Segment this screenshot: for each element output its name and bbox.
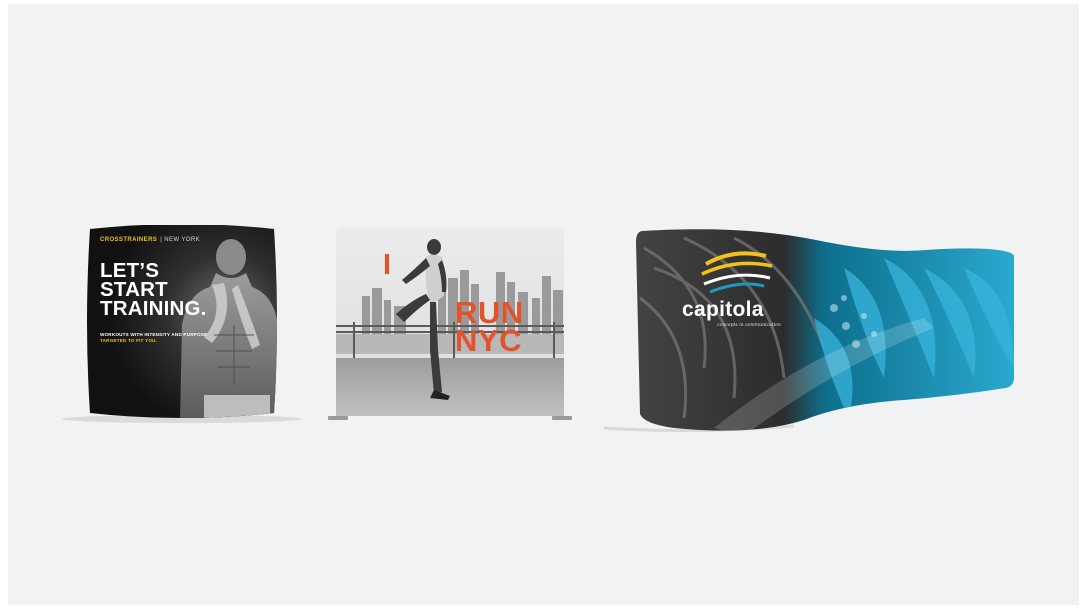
- product-scene: CROSSTRAINERS | NEW YORK LET’S START TRAI…: [8, 4, 1079, 605]
- stand-foot-right: [552, 416, 572, 420]
- training-tagline: WORKOUTS WITH INTENSITY AND PURPOSE: [100, 332, 208, 337]
- brand-name: CROSSTRAINERS | NEW YORK: [100, 237, 201, 243]
- training-tagline-highlight: TARGETED TO FIT YOU.: [100, 338, 158, 343]
- capitola-logo: capitola: [682, 298, 764, 321]
- capitola-graphic: [603, 229, 1014, 433]
- capitola-display: capitola concepts in communication: [594, 228, 1014, 436]
- training-banner-graphic: [62, 225, 302, 423]
- capitola-tagline: concepts in communication: [717, 323, 781, 328]
- slogan-i: I: [383, 249, 392, 281]
- stand-foot-left: [328, 416, 348, 420]
- training-banner-display: CROSSTRAINERS | NEW YORK LET’S START TRAI…: [62, 225, 302, 423]
- run-nyc-display: I RUN NYC: [326, 226, 582, 426]
- training-headline: LET’S START TRAINING.: [100, 259, 207, 320]
- slogan-nyc: NYC: [455, 323, 522, 358]
- pavement: [336, 358, 564, 416]
- run-nyc-graphic: [328, 227, 572, 420]
